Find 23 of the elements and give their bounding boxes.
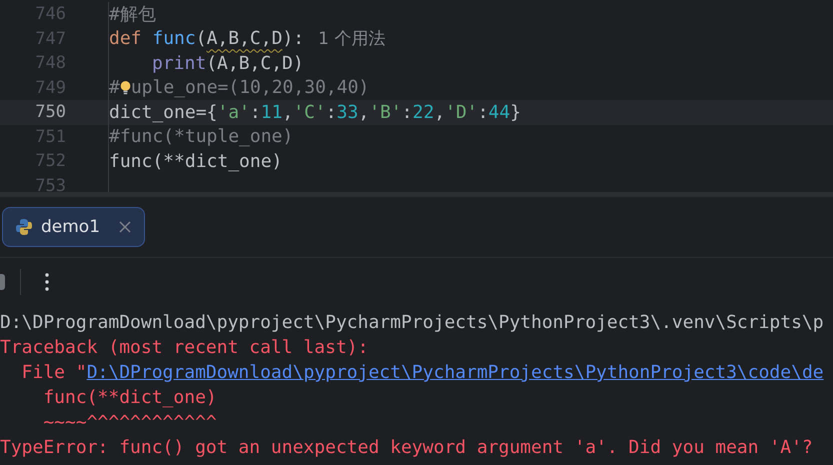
console-line: Traceback (most recent call last): — [0, 336, 370, 360]
code-text: #func(*tuple_one) — [109, 126, 294, 148]
usage-hint[interactable]: 1 个用法 — [318, 27, 386, 50]
code-text: func(**dict_one) — [109, 150, 282, 172]
more-options-icon[interactable] — [45, 273, 49, 291]
code-text: print(A,B,C,D) — [152, 52, 304, 74]
console-line: TypeError: func() got an unexpected keyword argument 'a'. Did you mean 'A'? — [0, 436, 814, 460]
console-line: File "D:\DProgramDownload\pyproject\PycharmProjects\PythonProject3\code\de — [20, 361, 825, 385]
code-text: uple_one=(10,20,30,40) — [130, 77, 370, 98]
code-text: def func(A,B,C,D): — [109, 28, 304, 50]
console-line: func(**dict_one) — [42, 386, 218, 410]
console-line: ~~~~^^^^^^^^^^^^ — [42, 411, 218, 435]
code-text: dict_one={'a':11,'C':33,'B':22,'D':44} — [109, 102, 521, 123]
console-line: D:\DProgramDownload\pyproject\PycharmProjects\PythonProject3\.venv\Scripts\p — [0, 311, 825, 335]
code-text: # — [109, 77, 120, 98]
run-tab[interactable]: demo1 — [2, 207, 146, 247]
close-icon[interactable] — [118, 220, 132, 234]
file-link[interactable]: D:\DProgramDownload\pyproject\PycharmProjects\PythonProject3\code\de — [86, 362, 824, 383]
code-text: #解包 — [109, 3, 156, 26]
stop-icon[interactable] — [0, 274, 5, 290]
line-number: 750 — [0, 100, 109, 124]
python-logo-icon — [15, 218, 33, 236]
lightbulb-icon[interactable] — [120, 78, 131, 97]
